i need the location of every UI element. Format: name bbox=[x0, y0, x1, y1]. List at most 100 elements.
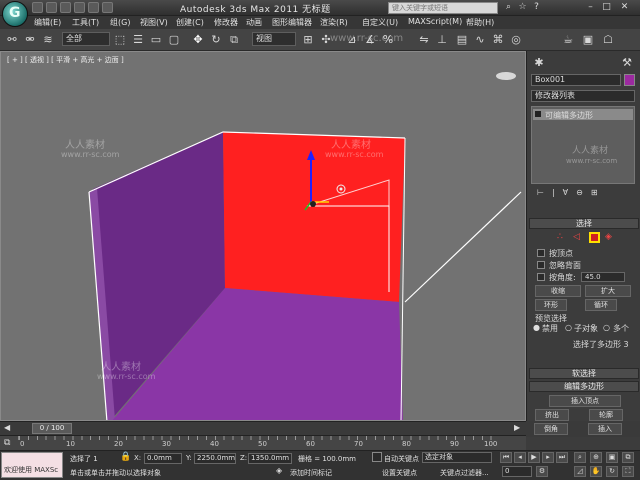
stack-tools[interactable]: ⊢|∀⊖⊞ bbox=[537, 188, 606, 197]
select-link-icon[interactable]: ⚯ bbox=[4, 32, 20, 48]
multi-radio[interactable]: ○ bbox=[603, 323, 610, 332]
ignore-backfacing-checkbox[interactable] bbox=[537, 261, 545, 269]
menu-help[interactable]: 帮助(H) bbox=[466, 17, 494, 28]
stack-bulb-icon[interactable] bbox=[535, 111, 541, 117]
previous-frame-icon[interactable]: ◂ bbox=[514, 452, 526, 463]
minimize-button[interactable]: – bbox=[584, 1, 597, 14]
menu-tools[interactable]: 工具(T) bbox=[72, 17, 99, 28]
current-frame-field[interactable]: 0 bbox=[502, 466, 532, 477]
shrink-button[interactable]: 收缩 bbox=[535, 285, 581, 297]
by-vertex-checkbox[interactable] bbox=[537, 249, 545, 257]
angle-spinner[interactable]: 45.0 bbox=[581, 272, 625, 282]
menu-rendering[interactable]: 渲染(R) bbox=[320, 17, 348, 28]
zoom-extents-all-icon[interactable]: ⧉ bbox=[622, 452, 634, 463]
help-icon[interactable]: ? bbox=[530, 1, 543, 14]
ring-button[interactable]: 环形 bbox=[535, 299, 567, 311]
material-editor-icon[interactable]: ◎ bbox=[508, 32, 524, 48]
soft-selection-rollout-header[interactable]: 软选择 bbox=[529, 368, 639, 379]
play-icon[interactable]: ▶ bbox=[528, 452, 540, 463]
lock-selection-icon[interactable]: 🔒 bbox=[120, 452, 131, 462]
object-color-swatch[interactable] bbox=[624, 74, 635, 86]
app-logo-icon[interactable]: G bbox=[2, 1, 28, 27]
selection-filter-dropdown[interactable]: 全部 bbox=[62, 32, 110, 46]
time-slider-bar[interactable]: 0 / 100 ◀ ▶ bbox=[0, 421, 526, 435]
unlink-icon[interactable]: ⚮ bbox=[22, 32, 38, 48]
z-coordinate-field[interactable]: 1350.0mm bbox=[248, 453, 292, 464]
grow-button[interactable]: 扩大 bbox=[585, 285, 631, 297]
by-angle-checkbox[interactable] bbox=[537, 273, 545, 281]
go-to-end-icon[interactable]: ⏭ bbox=[556, 452, 568, 463]
insert-vertex-button[interactable]: 插入顶点 bbox=[549, 395, 621, 407]
menu-edit[interactable]: 编辑(E) bbox=[34, 17, 61, 28]
x-coordinate-field[interactable]: 0.0mm bbox=[144, 453, 182, 464]
select-by-name-icon[interactable]: ☰ bbox=[130, 32, 146, 48]
scene-canvas[interactable] bbox=[1, 52, 526, 421]
disabled-radio[interactable]: ● bbox=[533, 323, 540, 332]
vertex-mode-icon[interactable]: ∴ bbox=[557, 232, 563, 242]
add-time-tag-label[interactable]: 添加时间标记 bbox=[290, 468, 332, 478]
quick-render-icon[interactable]: ☖ bbox=[600, 32, 616, 48]
edit-polygons-rollout-header[interactable]: 编辑多边形 bbox=[529, 381, 639, 392]
curve-editor-icon[interactable]: ∿ bbox=[472, 32, 488, 48]
schematic-view-icon[interactable]: ⌘ bbox=[490, 32, 506, 48]
timeline-prev-icon[interactable]: ◀ bbox=[4, 423, 10, 432]
perspective-viewport[interactable]: [ + ] [ 透视 ] [ 平滑 + 高光 + 边面 ] 人人素材 www.r… bbox=[0, 51, 526, 421]
menu-graph-editors[interactable]: 图形编辑器 bbox=[272, 17, 312, 28]
maximize-button[interactable]: □ bbox=[600, 1, 613, 14]
time-config-icon[interactable]: ⚙ bbox=[536, 466, 548, 477]
next-frame-icon[interactable]: ▸ bbox=[542, 452, 554, 463]
inset-button[interactable]: 插入 bbox=[588, 423, 622, 435]
pivot-center-icon[interactable]: ⊞ bbox=[300, 32, 316, 48]
zoom-icon[interactable]: ⌕ bbox=[574, 452, 586, 463]
render-frame-icon[interactable]: ▣ bbox=[580, 32, 596, 48]
bevel-button[interactable]: 倒角 bbox=[534, 423, 568, 435]
menu-create[interactable]: 创建(C) bbox=[176, 17, 204, 28]
window-crossing-icon[interactable]: ▢ bbox=[166, 32, 182, 48]
rect-region-icon[interactable]: ▭ bbox=[148, 32, 164, 48]
zoom-all-icon[interactable]: ⊕ bbox=[590, 452, 602, 463]
menu-views[interactable]: 视图(V) bbox=[140, 17, 168, 28]
object-name-field[interactable]: Box001 bbox=[531, 74, 621, 86]
redo-icon[interactable] bbox=[88, 2, 99, 13]
orbit-icon[interactable]: ↻ bbox=[606, 466, 618, 477]
outline-button[interactable]: 轮廓 bbox=[589, 409, 623, 421]
info-icon[interactable]: ☆ bbox=[516, 1, 529, 14]
select-object-icon[interactable]: ⬚ bbox=[112, 32, 128, 48]
open-file-icon[interactable] bbox=[46, 2, 57, 13]
field-of-view-icon[interactable]: ◿ bbox=[574, 466, 586, 477]
subobject-radio[interactable]: ○ bbox=[565, 323, 572, 332]
extrude-button[interactable]: 挤出 bbox=[535, 409, 569, 421]
reference-coord-dropdown[interactable]: 视图 bbox=[252, 32, 296, 46]
mirror-icon[interactable]: ⇋ bbox=[416, 32, 432, 48]
selection-rollout-header[interactable]: 选择 bbox=[529, 218, 639, 229]
auto-key-button[interactable]: 自动关键点 bbox=[384, 454, 419, 464]
key-filters-button[interactable]: 关键点过滤器... bbox=[440, 468, 489, 478]
modifier-list-dropdown[interactable]: 修改器列表 bbox=[531, 90, 635, 102]
mini-curve-editor-icon[interactable]: ⧉ bbox=[4, 438, 10, 448]
create-tab-icon[interactable]: ✱ bbox=[531, 55, 547, 71]
pan-icon[interactable]: ✋ bbox=[590, 466, 602, 477]
undo-icon[interactable] bbox=[74, 2, 85, 13]
align-icon[interactable]: ⊥ bbox=[434, 32, 450, 48]
utilities-tab-icon[interactable]: ⚒ bbox=[619, 55, 635, 71]
hold-icon[interactable] bbox=[102, 2, 113, 13]
stack-item[interactable]: 可编辑多边形 bbox=[533, 109, 633, 120]
search-input[interactable]: 键入关键字或短语 bbox=[388, 2, 498, 14]
save-file-icon[interactable] bbox=[60, 2, 71, 13]
loop-button[interactable]: 循环 bbox=[585, 299, 617, 311]
viewport-label[interactable]: [ + ] [ 透视 ] [ 平滑 + 高光 + 边面 ] bbox=[7, 55, 124, 65]
go-to-start-icon[interactable]: ⏮ bbox=[500, 452, 512, 463]
zoom-extents-icon[interactable]: ▣ bbox=[606, 452, 618, 463]
search-icon[interactable]: ⌕ bbox=[502, 1, 515, 14]
time-slider-thumb[interactable]: 0 / 100 bbox=[32, 423, 72, 434]
new-file-icon[interactable] bbox=[32, 2, 43, 13]
render-setup-icon[interactable]: ☕ bbox=[560, 32, 576, 48]
menu-animation[interactable]: 动画 bbox=[246, 17, 262, 28]
maxscript-listener[interactable]: 欢迎使用 MAXSc bbox=[1, 452, 63, 478]
menu-customize[interactable]: 自定义(U) bbox=[362, 17, 398, 28]
close-button[interactable]: ✕ bbox=[618, 1, 631, 14]
timeline-next-icon[interactable]: ▶ bbox=[514, 423, 520, 432]
set-key-button[interactable]: 设置关键点 bbox=[382, 468, 417, 478]
y-coordinate-field[interactable]: 2250.0mm bbox=[194, 453, 236, 464]
polygon-mode-icon[interactable] bbox=[589, 232, 600, 243]
